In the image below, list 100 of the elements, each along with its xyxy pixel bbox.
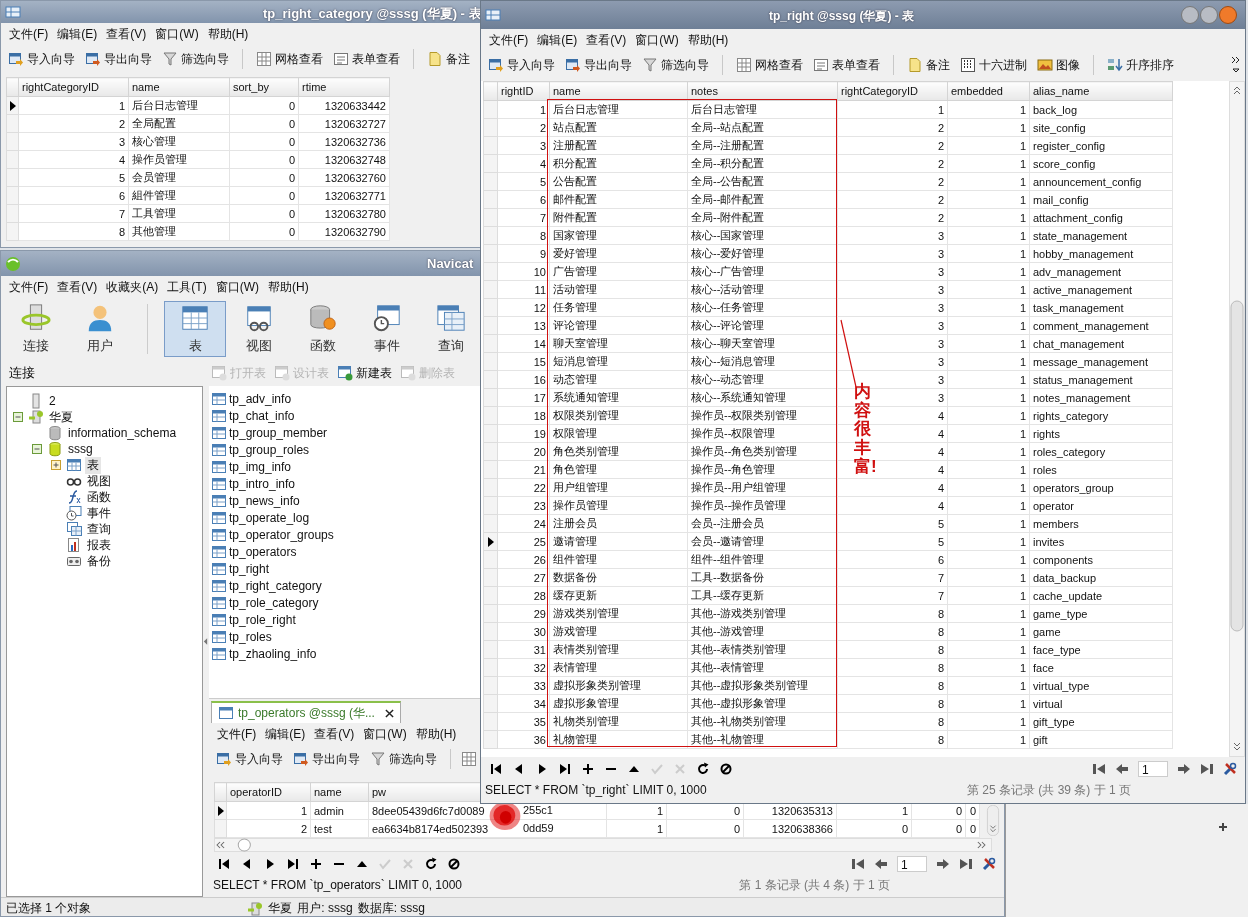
menu-item[interactable]: 查看(V) bbox=[586, 31, 627, 49]
toolbar-button[interactable]: 升序排序 bbox=[1104, 54, 1177, 76]
column-header[interactable]: alias_name bbox=[1029, 81, 1173, 101]
table-list-item[interactable]: tp_operators bbox=[229, 544, 297, 559]
toolbar-button[interactable]: 筛选向导 bbox=[639, 54, 712, 76]
add-icon[interactable] bbox=[581, 762, 595, 776]
add-icon[interactable] bbox=[1216, 820, 1230, 834]
toolbar-button[interactable]: 函数 bbox=[292, 301, 354, 357]
next-page-icon[interactable] bbox=[936, 857, 950, 871]
tree-item[interactable]: 备份 bbox=[85, 552, 113, 570]
toolbar-button[interactable]: 筛选向导 bbox=[367, 748, 440, 770]
grid-icon[interactable] bbox=[461, 751, 477, 767]
menu-item[interactable]: 帮助(H) bbox=[415, 725, 457, 743]
tree-item[interactable]: 报表 bbox=[85, 536, 113, 554]
toolbar-button[interactable]: 视图 bbox=[228, 301, 290, 357]
collapse-icon[interactable] bbox=[13, 412, 23, 422]
tree-item[interactable]: 华夏 bbox=[47, 408, 75, 426]
toolbar-button[interactable]: 导入向导 bbox=[5, 48, 78, 70]
first-page-icon[interactable] bbox=[851, 857, 865, 871]
menu-item[interactable]: 窗口(W) bbox=[155, 25, 199, 43]
refresh-icon[interactable] bbox=[696, 762, 710, 776]
tree-item[interactable]: 视图 bbox=[85, 472, 113, 490]
table-list-item[interactable]: tp_right_category bbox=[229, 578, 322, 593]
more-icon[interactable] bbox=[1231, 55, 1241, 75]
column-header[interactable]: rightID bbox=[497, 81, 550, 101]
menu-item[interactable]: 帮助(H) bbox=[268, 278, 309, 296]
table-list-item[interactable]: tp_group_member bbox=[229, 425, 328, 440]
page-number-field[interactable]: 1 bbox=[1138, 761, 1168, 777]
menu-item[interactable]: 收藏夹(A) bbox=[106, 278, 159, 296]
first-record-icon[interactable] bbox=[489, 762, 503, 776]
close-icon[interactable] bbox=[384, 708, 394, 718]
toolbar-button[interactable]: 导入向导 bbox=[213, 748, 286, 770]
vertical-scrollbar[interactable] bbox=[986, 805, 1000, 836]
toolbar-button[interactable]: 连接 bbox=[5, 301, 67, 357]
menu-item[interactable]: 窗口(W) bbox=[363, 725, 407, 743]
toolbar-button[interactable]: 网格查看 bbox=[733, 54, 806, 76]
first-record-icon[interactable] bbox=[217, 857, 231, 871]
menu-item[interactable]: 窗口(W) bbox=[635, 31, 679, 49]
collapse-arrow-icon[interactable] bbox=[203, 637, 208, 646]
toolbar-button[interactable]: 表单查看 bbox=[330, 48, 403, 70]
menu-item[interactable]: 窗口(W) bbox=[215, 278, 259, 296]
menu-item[interactable]: 帮助(H) bbox=[207, 25, 249, 43]
toolbar-button[interactable]: 导入向导 bbox=[485, 54, 558, 76]
last-page-icon[interactable] bbox=[959, 857, 973, 871]
menu-item[interactable]: 工具(T) bbox=[167, 278, 207, 296]
tree-item[interactable]: sssg bbox=[66, 442, 95, 456]
refresh-icon[interactable] bbox=[424, 857, 438, 871]
tree-item[interactable]: 查询 bbox=[85, 520, 113, 538]
column-header[interactable]: rightCategoryID bbox=[837, 81, 948, 101]
table-list-item[interactable]: tp_operator_groups bbox=[229, 527, 334, 542]
table-list-item[interactable]: tp_group_roles bbox=[229, 442, 310, 457]
toolbar-button[interactable]: 备注 bbox=[424, 48, 473, 70]
last-page-icon[interactable] bbox=[1200, 762, 1214, 776]
page-number-field[interactable]: 1 bbox=[897, 856, 927, 872]
menu-item[interactable]: 查看(V) bbox=[57, 278, 98, 296]
column-header[interactable]: rightCategoryID bbox=[18, 77, 129, 97]
toolbar-button[interactable]: 备注 bbox=[904, 54, 953, 76]
table-list-item[interactable]: tp_role_right bbox=[229, 612, 296, 627]
last-record-icon[interactable] bbox=[286, 857, 300, 871]
menu-item[interactable]: 编辑(E) bbox=[265, 725, 306, 743]
table-list-item[interactable]: tp_zhaoling_info bbox=[229, 646, 317, 661]
tree-item[interactable]: 函数 bbox=[85, 488, 113, 506]
toolbar-button[interactable]: 导出向导 bbox=[82, 48, 155, 70]
table-list-item[interactable]: tp_roles bbox=[229, 629, 272, 644]
table-list-item[interactable]: tp_intro_info bbox=[229, 476, 296, 491]
tree-item[interactable]: 2 bbox=[47, 394, 58, 408]
toolbar-button[interactable]: 表 bbox=[164, 301, 226, 357]
column-header[interactable]: pw bbox=[368, 782, 482, 802]
column-header[interactable]: operatorID bbox=[226, 782, 311, 802]
first-page-icon[interactable] bbox=[1092, 762, 1106, 776]
settings-icon[interactable] bbox=[1223, 762, 1237, 776]
stop-icon[interactable] bbox=[719, 762, 733, 776]
column-header[interactable]: embedded bbox=[947, 81, 1030, 101]
table-list-item[interactable]: tp_adv_info bbox=[229, 391, 292, 406]
previous-page-icon[interactable] bbox=[1115, 762, 1129, 776]
toolbar-button[interactable]: 导出向导 bbox=[562, 54, 635, 76]
column-header[interactable]: rtime bbox=[298, 77, 390, 97]
table-list-item[interactable]: tp_operate_log bbox=[229, 510, 310, 525]
menu-item[interactable]: 编辑(E) bbox=[57, 25, 98, 43]
toolbar-button[interactable]: 表单查看 bbox=[810, 54, 883, 76]
toolbar-button[interactable]: 事件 bbox=[356, 301, 418, 357]
menu-item[interactable]: 查看(V) bbox=[314, 725, 355, 743]
collapse-icon[interactable] bbox=[32, 444, 42, 454]
previous-page-icon[interactable] bbox=[874, 857, 888, 871]
window-controls[interactable] bbox=[1181, 5, 1239, 25]
toolbar-button[interactable]: 筛选向导 bbox=[159, 48, 232, 70]
menu-item[interactable]: 编辑(E) bbox=[537, 31, 578, 49]
column-header[interactable]: name bbox=[128, 77, 230, 97]
toolbar-button[interactable]: 十六进制 bbox=[957, 54, 1030, 76]
column-header[interactable]: sort_by bbox=[229, 77, 299, 97]
menu-item[interactable]: 文件(F) bbox=[9, 278, 49, 296]
document-tab[interactable]: tp_operators @sssg (华... bbox=[211, 701, 401, 723]
table-list-item[interactable]: tp_img_info bbox=[229, 459, 292, 474]
toolbar-button[interactable]: 导出向导 bbox=[290, 748, 363, 770]
toolbar-button[interactable]: 用户 bbox=[69, 301, 131, 357]
table-list-item[interactable]: tp_news_info bbox=[229, 493, 300, 508]
menu-item[interactable]: 文件(F) bbox=[217, 725, 257, 743]
settings-icon[interactable] bbox=[982, 857, 996, 871]
tree-item[interactable]: 事件 bbox=[85, 504, 113, 522]
menu-item[interactable]: 文件(F) bbox=[489, 31, 529, 49]
